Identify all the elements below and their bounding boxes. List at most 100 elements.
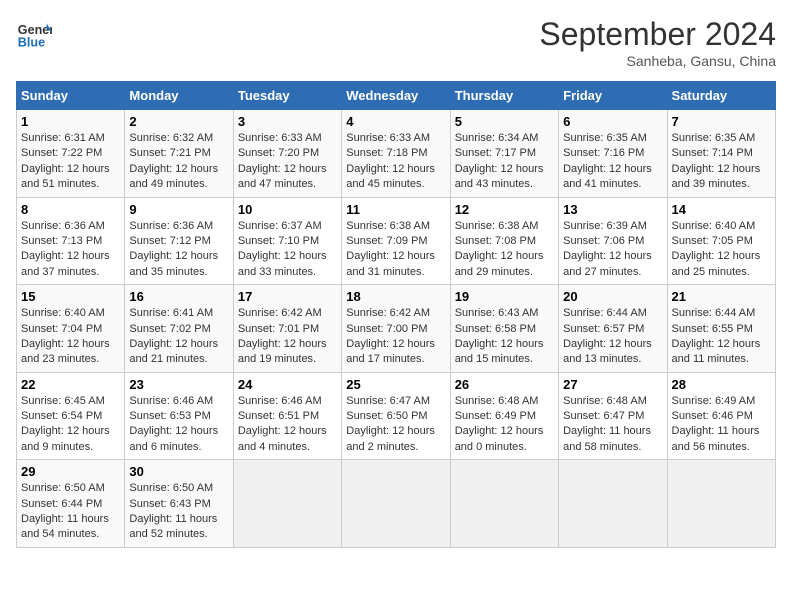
calendar-table: Sunday Monday Tuesday Wednesday Thursday… bbox=[16, 81, 776, 548]
logo: General Blue bbox=[16, 16, 52, 52]
calendar-cell: 23 Sunrise: 6:46 AMSunset: 6:53 PMDaylig… bbox=[125, 372, 233, 460]
day-number: 29 bbox=[21, 464, 120, 479]
calendar-cell: 26 Sunrise: 6:48 AMSunset: 6:49 PMDaylig… bbox=[450, 372, 558, 460]
calendar-week-2: 8 Sunrise: 6:36 AMSunset: 7:13 PMDayligh… bbox=[17, 197, 776, 285]
day-info: Sunrise: 6:48 AMSunset: 6:47 PMDaylight:… bbox=[563, 394, 662, 456]
calendar-cell: 10 Sunrise: 6:37 AMSunset: 7:10 PMDaylig… bbox=[233, 197, 341, 285]
day-info: Sunrise: 6:34 AMSunset: 7:17 PMDaylight:… bbox=[455, 131, 554, 193]
day-info: Sunrise: 6:44 AMSunset: 6:57 PMDaylight:… bbox=[563, 306, 662, 368]
day-info: Sunrise: 6:43 AMSunset: 6:58 PMDaylight:… bbox=[455, 306, 554, 368]
day-number: 16 bbox=[129, 289, 228, 304]
day-info: Sunrise: 6:39 AMSunset: 7:06 PMDaylight:… bbox=[563, 219, 662, 281]
day-number: 9 bbox=[129, 202, 228, 217]
calendar-cell bbox=[233, 460, 341, 548]
day-number: 7 bbox=[672, 114, 771, 129]
day-info: Sunrise: 6:31 AMSunset: 7:22 PMDaylight:… bbox=[21, 131, 120, 193]
day-info: Sunrise: 6:47 AMSunset: 6:50 PMDaylight:… bbox=[346, 394, 445, 456]
calendar-cell: 2 Sunrise: 6:32 AMSunset: 7:21 PMDayligh… bbox=[125, 110, 233, 198]
col-friday: Friday bbox=[559, 82, 667, 110]
day-info: Sunrise: 6:36 AMSunset: 7:12 PMDaylight:… bbox=[129, 219, 228, 281]
calendar-cell bbox=[667, 460, 775, 548]
day-number: 15 bbox=[21, 289, 120, 304]
day-info: Sunrise: 6:50 AMSunset: 6:43 PMDaylight:… bbox=[129, 481, 228, 543]
day-info: Sunrise: 6:36 AMSunset: 7:13 PMDaylight:… bbox=[21, 219, 120, 281]
calendar-cell: 28 Sunrise: 6:49 AMSunset: 6:46 PMDaylig… bbox=[667, 372, 775, 460]
day-info: Sunrise: 6:49 AMSunset: 6:46 PMDaylight:… bbox=[672, 394, 771, 456]
day-info: Sunrise: 6:35 AMSunset: 7:14 PMDaylight:… bbox=[672, 131, 771, 193]
page-header: General Blue September 2024 Sanheba, Gan… bbox=[16, 16, 776, 69]
calendar-cell: 16 Sunrise: 6:41 AMSunset: 7:02 PMDaylig… bbox=[125, 285, 233, 373]
calendar-cell bbox=[342, 460, 450, 548]
day-number: 3 bbox=[238, 114, 337, 129]
col-sunday: Sunday bbox=[17, 82, 125, 110]
calendar-cell: 12 Sunrise: 6:38 AMSunset: 7:08 PMDaylig… bbox=[450, 197, 558, 285]
calendar-cell: 19 Sunrise: 6:43 AMSunset: 6:58 PMDaylig… bbox=[450, 285, 558, 373]
calendar-week-3: 15 Sunrise: 6:40 AMSunset: 7:04 PMDaylig… bbox=[17, 285, 776, 373]
col-wednesday: Wednesday bbox=[342, 82, 450, 110]
calendar-cell: 7 Sunrise: 6:35 AMSunset: 7:14 PMDayligh… bbox=[667, 110, 775, 198]
calendar-week-1: 1 Sunrise: 6:31 AMSunset: 7:22 PMDayligh… bbox=[17, 110, 776, 198]
svg-text:Blue: Blue bbox=[18, 36, 45, 50]
day-info: Sunrise: 6:35 AMSunset: 7:16 PMDaylight:… bbox=[563, 131, 662, 193]
day-number: 14 bbox=[672, 202, 771, 217]
calendar-cell: 8 Sunrise: 6:36 AMSunset: 7:13 PMDayligh… bbox=[17, 197, 125, 285]
day-info: Sunrise: 6:33 AMSunset: 7:20 PMDaylight:… bbox=[238, 131, 337, 193]
day-info: Sunrise: 6:44 AMSunset: 6:55 PMDaylight:… bbox=[672, 306, 771, 368]
day-info: Sunrise: 6:41 AMSunset: 7:02 PMDaylight:… bbox=[129, 306, 228, 368]
calendar-cell: 20 Sunrise: 6:44 AMSunset: 6:57 PMDaylig… bbox=[559, 285, 667, 373]
calendar-cell bbox=[559, 460, 667, 548]
calendar-body: 1 Sunrise: 6:31 AMSunset: 7:22 PMDayligh… bbox=[17, 110, 776, 548]
day-info: Sunrise: 6:46 AMSunset: 6:51 PMDaylight:… bbox=[238, 394, 337, 456]
day-info: Sunrise: 6:37 AMSunset: 7:10 PMDaylight:… bbox=[238, 219, 337, 281]
day-number: 17 bbox=[238, 289, 337, 304]
calendar-cell: 17 Sunrise: 6:42 AMSunset: 7:01 PMDaylig… bbox=[233, 285, 341, 373]
calendar-cell: 4 Sunrise: 6:33 AMSunset: 7:18 PMDayligh… bbox=[342, 110, 450, 198]
day-number: 2 bbox=[129, 114, 228, 129]
day-number: 12 bbox=[455, 202, 554, 217]
day-number: 1 bbox=[21, 114, 120, 129]
day-info: Sunrise: 6:50 AMSunset: 6:44 PMDaylight:… bbox=[21, 481, 120, 543]
day-info: Sunrise: 6:40 AMSunset: 7:04 PMDaylight:… bbox=[21, 306, 120, 368]
calendar-cell: 5 Sunrise: 6:34 AMSunset: 7:17 PMDayligh… bbox=[450, 110, 558, 198]
col-tuesday: Tuesday bbox=[233, 82, 341, 110]
calendar-cell: 22 Sunrise: 6:45 AMSunset: 6:54 PMDaylig… bbox=[17, 372, 125, 460]
day-number: 28 bbox=[672, 377, 771, 392]
calendar-week-4: 22 Sunrise: 6:45 AMSunset: 6:54 PMDaylig… bbox=[17, 372, 776, 460]
day-number: 25 bbox=[346, 377, 445, 392]
day-number: 30 bbox=[129, 464, 228, 479]
month-title: September 2024 bbox=[539, 16, 776, 53]
day-info: Sunrise: 6:48 AMSunset: 6:49 PMDaylight:… bbox=[455, 394, 554, 456]
day-number: 26 bbox=[455, 377, 554, 392]
day-info: Sunrise: 6:45 AMSunset: 6:54 PMDaylight:… bbox=[21, 394, 120, 456]
day-number: 4 bbox=[346, 114, 445, 129]
day-number: 27 bbox=[563, 377, 662, 392]
day-number: 13 bbox=[563, 202, 662, 217]
day-info: Sunrise: 6:40 AMSunset: 7:05 PMDaylight:… bbox=[672, 219, 771, 281]
calendar-cell: 27 Sunrise: 6:48 AMSunset: 6:47 PMDaylig… bbox=[559, 372, 667, 460]
calendar-cell: 3 Sunrise: 6:33 AMSunset: 7:20 PMDayligh… bbox=[233, 110, 341, 198]
day-number: 6 bbox=[563, 114, 662, 129]
day-number: 22 bbox=[21, 377, 120, 392]
location: Sanheba, Gansu, China bbox=[539, 53, 776, 69]
day-info: Sunrise: 6:38 AMSunset: 7:08 PMDaylight:… bbox=[455, 219, 554, 281]
calendar-cell bbox=[450, 460, 558, 548]
title-block: September 2024 Sanheba, Gansu, China bbox=[539, 16, 776, 69]
day-info: Sunrise: 6:42 AMSunset: 7:00 PMDaylight:… bbox=[346, 306, 445, 368]
calendar-cell: 13 Sunrise: 6:39 AMSunset: 7:06 PMDaylig… bbox=[559, 197, 667, 285]
calendar-cell: 9 Sunrise: 6:36 AMSunset: 7:12 PMDayligh… bbox=[125, 197, 233, 285]
calendar-cell: 30 Sunrise: 6:50 AMSunset: 6:43 PMDaylig… bbox=[125, 460, 233, 548]
day-info: Sunrise: 6:32 AMSunset: 7:21 PMDaylight:… bbox=[129, 131, 228, 193]
col-monday: Monday bbox=[125, 82, 233, 110]
logo-icon: General Blue bbox=[16, 16, 52, 52]
col-saturday: Saturday bbox=[667, 82, 775, 110]
day-number: 24 bbox=[238, 377, 337, 392]
day-number: 23 bbox=[129, 377, 228, 392]
day-number: 21 bbox=[672, 289, 771, 304]
calendar-cell: 15 Sunrise: 6:40 AMSunset: 7:04 PMDaylig… bbox=[17, 285, 125, 373]
day-number: 19 bbox=[455, 289, 554, 304]
col-thursday: Thursday bbox=[450, 82, 558, 110]
day-number: 10 bbox=[238, 202, 337, 217]
header-row: Sunday Monday Tuesday Wednesday Thursday… bbox=[17, 82, 776, 110]
calendar-week-5: 29 Sunrise: 6:50 AMSunset: 6:44 PMDaylig… bbox=[17, 460, 776, 548]
calendar-cell: 1 Sunrise: 6:31 AMSunset: 7:22 PMDayligh… bbox=[17, 110, 125, 198]
